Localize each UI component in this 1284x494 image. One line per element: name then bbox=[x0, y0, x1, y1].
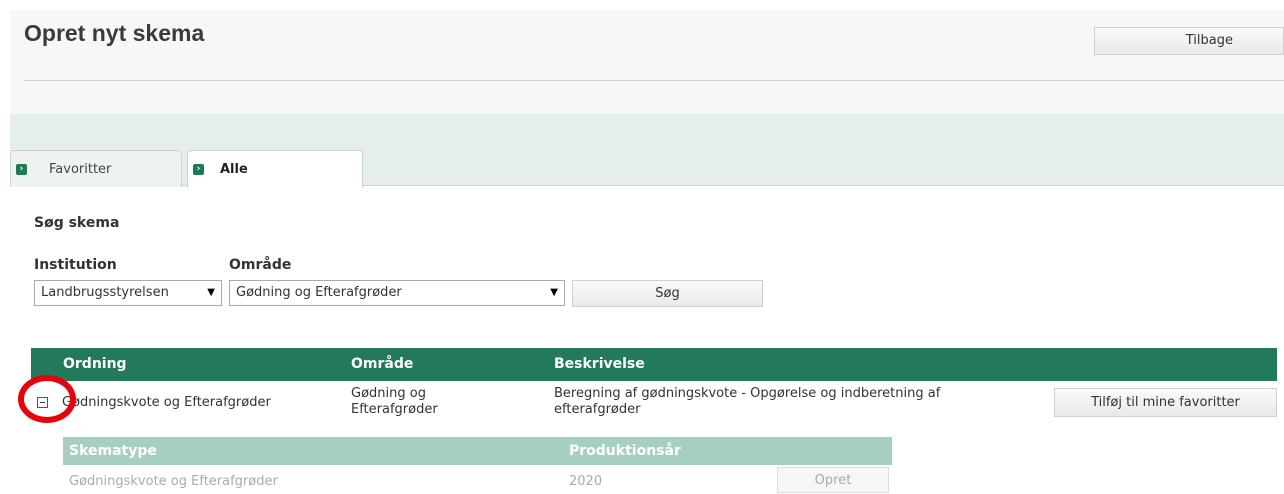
area-select-value: Gødning og Efterafgrøder bbox=[236, 285, 402, 300]
column-header-omraade: Område bbox=[351, 356, 414, 372]
row-omraade-line1: Gødning og bbox=[351, 386, 426, 401]
row-beskrivelse-line1: Beregning af gødningskvote - Opgørelse o… bbox=[554, 386, 941, 401]
dropdown-arrow-icon: ▼ bbox=[207, 287, 215, 298]
row-beskrivelse: Beregning af gødningskvote - Opgørelse o… bbox=[554, 386, 940, 418]
column-header-beskrivelse: Beskrivelse bbox=[554, 356, 645, 372]
row-beskrivelse-line2: efterafgrøder bbox=[554, 402, 641, 417]
header-divider bbox=[24, 80, 1284, 81]
column-header-ordning: Ordning bbox=[63, 356, 127, 372]
subtable-row: Gødningskvote og Efterafgrøder 2020 bbox=[63, 465, 892, 490]
row-omraade: Gødning og Efterafgrøder bbox=[351, 386, 438, 418]
page-title: Opret nyt skema bbox=[24, 20, 205, 46]
subtable-aar: 2020 bbox=[569, 474, 603, 489]
collapse-icon[interactable] bbox=[37, 397, 48, 408]
institution-select-value: Landbrugsstyrelsen bbox=[41, 285, 169, 300]
search-button[interactable]: Søg bbox=[572, 280, 763, 307]
dropdown-arrow-icon: ▼ bbox=[550, 287, 558, 298]
tab-alle[interactable]: › Alle bbox=[187, 150, 363, 188]
column-header-produktionsaar: Produktionsår bbox=[569, 443, 681, 459]
tab-favoritter[interactable]: › Favoritter bbox=[10, 150, 182, 187]
area-select[interactable]: Gødning og Efterafgrøder ▼ bbox=[229, 280, 565, 306]
column-header-skematype: Skematype bbox=[69, 443, 157, 459]
tab-label: Alle bbox=[220, 162, 248, 177]
table-header: Ordning Område Beskrivelse bbox=[31, 348, 1277, 381]
create-button[interactable]: Opret bbox=[777, 467, 889, 493]
tab-label: Favoritter bbox=[49, 161, 112, 177]
subtable-skematype: Gødningskvote og Efterafgrøder bbox=[69, 474, 278, 489]
chevron-right-icon: › bbox=[193, 164, 204, 175]
chevron-right-icon: › bbox=[16, 163, 27, 175]
search-section-title: Søg skema bbox=[34, 215, 120, 231]
row-ordning: Gødningskvote og Efterafgrøder bbox=[62, 395, 271, 410]
institution-label: Institution bbox=[34, 257, 117, 273]
row-omraade-line2: Efterafgrøder bbox=[351, 402, 438, 417]
area-label: Område bbox=[229, 257, 292, 273]
add-to-favorites-button[interactable]: Tilføj til mine favoritter bbox=[1054, 388, 1277, 417]
back-button[interactable]: Tilbage bbox=[1094, 27, 1284, 55]
subtable-header: Skematype Produktionsår bbox=[63, 437, 892, 465]
institution-select[interactable]: Landbrugsstyrelsen ▼ bbox=[34, 280, 222, 306]
